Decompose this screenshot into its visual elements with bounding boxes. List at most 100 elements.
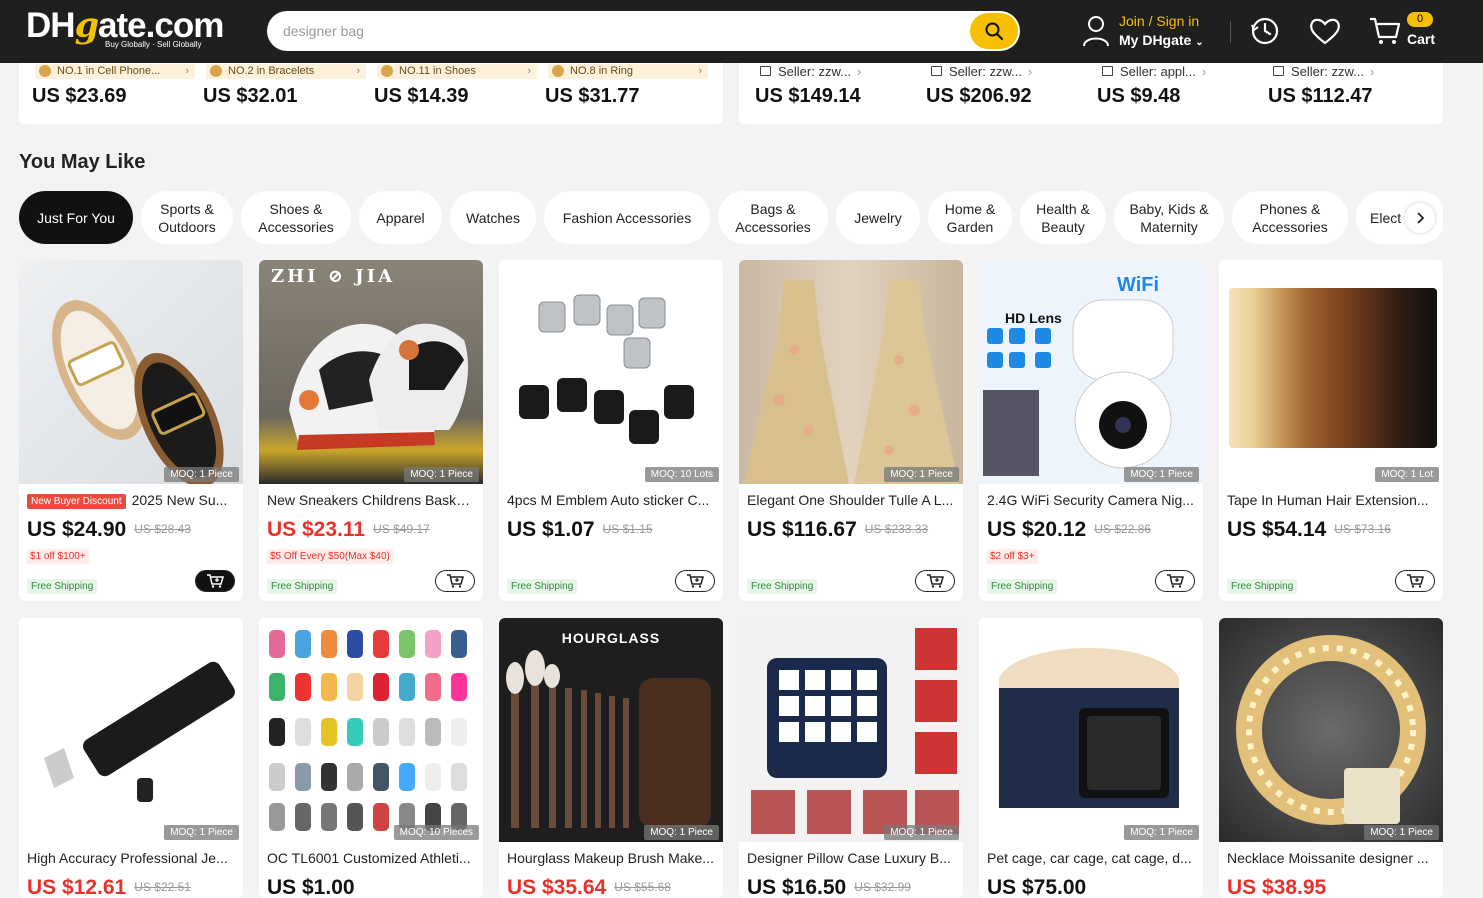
cart-label[interactable]: Cart <box>1407 31 1435 47</box>
promo-tag: $1 off $100+ <box>27 549 89 564</box>
product-image[interactable]: MOQ: 10 Lots <box>499 260 723 484</box>
chevron-right-icon: › <box>1201 64 1207 79</box>
price-current: US $16.50 <box>747 876 847 898</box>
product-image[interactable]: MOQ: 1 Piece <box>979 618 1203 842</box>
product-card[interactable]: MOQ: 1 Piece Necklace Moissanite designe… <box>1219 618 1443 898</box>
product-image[interactable]: MOQ: 1 Piece <box>19 260 243 484</box>
logo-tagline: Buy Globally · Sell Globally <box>105 40 202 49</box>
add-to-cart-button[interactable] <box>915 570 955 592</box>
free-shipping-tag: Free Shipping <box>987 579 1058 594</box>
dhgate-logo[interactable]: DHgate.com Buy Globally · Sell Globally <box>26 6 224 54</box>
tab-baby-kids-maternity[interactable]: Baby, Kids & Maternity <box>1114 191 1224 244</box>
product-image[interactable]: MOQ: 1 Piece <box>739 618 963 842</box>
product-card[interactable]: MOQ: 1 Piece High Accuracy Professional … <box>19 618 243 898</box>
medal-icon <box>39 65 51 77</box>
rank-chip: NO.1 in Cell Phone... › <box>35 64 195 79</box>
cart-plus-icon <box>1167 574 1184 588</box>
product-image[interactable]: WiFi HD Lens MOQ: 1 Piece <box>979 260 1203 484</box>
cart-count-badge: 0 <box>1407 12 1433 27</box>
product-title[interactable]: New Sneakers Childrens Baske... <box>267 492 475 508</box>
dress-image <box>744 280 959 484</box>
user-icon[interactable] <box>1082 14 1110 48</box>
tab-fashion-accessories[interactable]: Fashion Accessories <box>544 191 710 244</box>
product-card[interactable]: MOQ: 1 Piece Designer Pillow Case Luxury… <box>739 618 963 898</box>
category-next-button[interactable] <box>1405 203 1435 233</box>
tester-image <box>44 661 235 802</box>
add-to-cart-button[interactable] <box>1395 570 1435 592</box>
product-image[interactable]: HOURGLASS MOQ: 1 Piece <box>499 618 723 842</box>
strip-price: US $9.48 <box>1097 85 1181 107</box>
product-title[interactable]: Tape In Human Hair Extension... <box>1227 492 1435 508</box>
moq-label: MOQ: 1 Piece <box>884 825 959 840</box>
rank-chip: NO.8 in Ring › <box>548 64 708 79</box>
product-image[interactable]: MOQ: 10 Pieces <box>259 618 483 842</box>
history-icon[interactable] <box>1249 15 1281 47</box>
tab-home-garden[interactable]: Home & Garden <box>928 191 1012 244</box>
rank-label: NO.2 in Bracelets <box>228 65 315 77</box>
product-card[interactable]: MOQ: 10 Pieces OC TL6001 Customized Athl… <box>259 618 483 898</box>
product-title[interactable]: OC TL6001 Customized Athleti... <box>267 850 475 866</box>
promo-tag: $2 off $3+ <box>987 549 1038 564</box>
join-signin-link[interactable]: Join / Sign in <box>1119 13 1199 29</box>
header-divider <box>1230 21 1231 43</box>
product-image[interactable]: ZHI ⊘ JIA MOQ: 1 Piece <box>259 260 483 484</box>
seller-label: Seller: appl... <box>1120 64 1196 79</box>
product-title[interactable]: Elegant One Shoulder Tulle A L... <box>747 492 955 508</box>
moq-label: MOQ: 1 Piece <box>644 825 719 840</box>
search-input[interactable] <box>283 21 933 41</box>
strip-price: US $23.69 <box>32 85 127 107</box>
strip-price: US $206.92 <box>926 85 1032 107</box>
search-icon <box>985 22 1004 41</box>
product-card[interactable]: MOQ: 1 Piece Elegant One Shoulder Tulle … <box>739 260 963 601</box>
seller-chip: Seller: zzw... › <box>1271 63 1431 80</box>
tab-jewelry[interactable]: Jewelry <box>836 191 920 244</box>
tab-sports-outdoors[interactable]: Sports & Outdoors <box>141 191 233 244</box>
product-title[interactable]: High Accuracy Professional Je... <box>27 850 235 866</box>
product-title[interactable]: Hourglass Makeup Brush Make... <box>507 850 715 866</box>
product-card[interactable]: MOQ: 1 Lot Tape In Human Hair Extension.… <box>1219 260 1443 601</box>
tab-shoes-accessories[interactable]: Shoes & Accessories <box>241 191 351 244</box>
product-card[interactable]: MOQ: 10 Lots 4pcs M Emblem Auto sticker … <box>499 260 723 601</box>
product-card[interactable]: WiFi HD Lens MOQ: 1 Piece 2.4G WiFi Secu… <box>979 260 1203 601</box>
tab-watches[interactable]: Watches <box>450 191 536 244</box>
price-current: US $1.00 <box>267 876 355 898</box>
tab-apparel[interactable]: Apparel <box>359 191 442 244</box>
product-title[interactable]: 4pcs M Emblem Auto sticker C... <box>507 492 715 508</box>
my-dhgate-label: My DHgate <box>1119 32 1192 48</box>
add-to-cart-button[interactable] <box>1155 570 1195 592</box>
price-original: US $32.99 <box>854 880 911 894</box>
cart-plus-icon <box>927 574 944 588</box>
product-title-text: 2025 New Su... <box>131 492 228 508</box>
product-image[interactable]: MOQ: 1 Piece <box>1219 618 1443 842</box>
product-title[interactable]: New Buyer Discount 2025 New Su... <box>27 492 235 509</box>
tab-just-for-you[interactable]: Just For You <box>19 191 133 244</box>
product-title[interactable]: 2.4G WiFi Security Camera Nig... <box>987 492 1195 508</box>
tab-phones-accessories[interactable]: Phones & Accessories <box>1232 191 1348 244</box>
tab-health-beauty[interactable]: Health & Beauty <box>1020 191 1106 244</box>
add-to-cart-button[interactable] <box>195 570 235 592</box>
add-to-cart-button[interactable] <box>675 570 715 592</box>
product-image[interactable]: MOQ: 1 Piece <box>739 260 963 484</box>
product-image[interactable]: MOQ: 1 Lot <box>1219 260 1443 484</box>
seller-label: Seller: zzw... <box>778 64 851 79</box>
product-card[interactable]: MOQ: 1 Piece Pet cage, car cage, cat cag… <box>979 618 1203 898</box>
product-card[interactable]: MOQ: 1 Piece New Buyer Discount 2025 New … <box>19 260 243 601</box>
wishlist-heart-icon[interactable] <box>1308 16 1342 46</box>
search-button[interactable] <box>970 13 1018 49</box>
product-price: US $12.61 US $22.51 <box>27 876 191 898</box>
price-original: US $28.43 <box>134 522 191 536</box>
add-to-cart-button[interactable] <box>435 570 475 592</box>
product-card[interactable]: HOURGLASS MOQ: 1 Piece Hourglass Makeup … <box>499 618 723 898</box>
my-dhgate-menu[interactable]: My DHgate ⌄ <box>1119 32 1204 48</box>
hd-lens-label: HD Lens <box>1005 310 1062 326</box>
moq-label: MOQ: 1 Piece <box>884 467 959 482</box>
product-image[interactable]: MOQ: 1 Piece <box>19 618 243 842</box>
product-price: US $1.00 <box>267 876 355 898</box>
product-title[interactable]: Necklace Moissanite designer ... <box>1227 850 1435 866</box>
cart-icon[interactable] <box>1368 16 1402 46</box>
product-title[interactable]: Pet cage, car cage, cat cage, d... <box>987 850 1195 866</box>
sandals-image <box>52 300 224 484</box>
tab-bags-accessories[interactable]: Bags & Accessories <box>718 191 828 244</box>
product-title[interactable]: Designer Pillow Case Luxury B... <box>747 850 955 866</box>
product-card[interactable]: ZHI ⊘ JIA MOQ: 1 Piece New Sneakers Chil… <box>259 260 483 601</box>
